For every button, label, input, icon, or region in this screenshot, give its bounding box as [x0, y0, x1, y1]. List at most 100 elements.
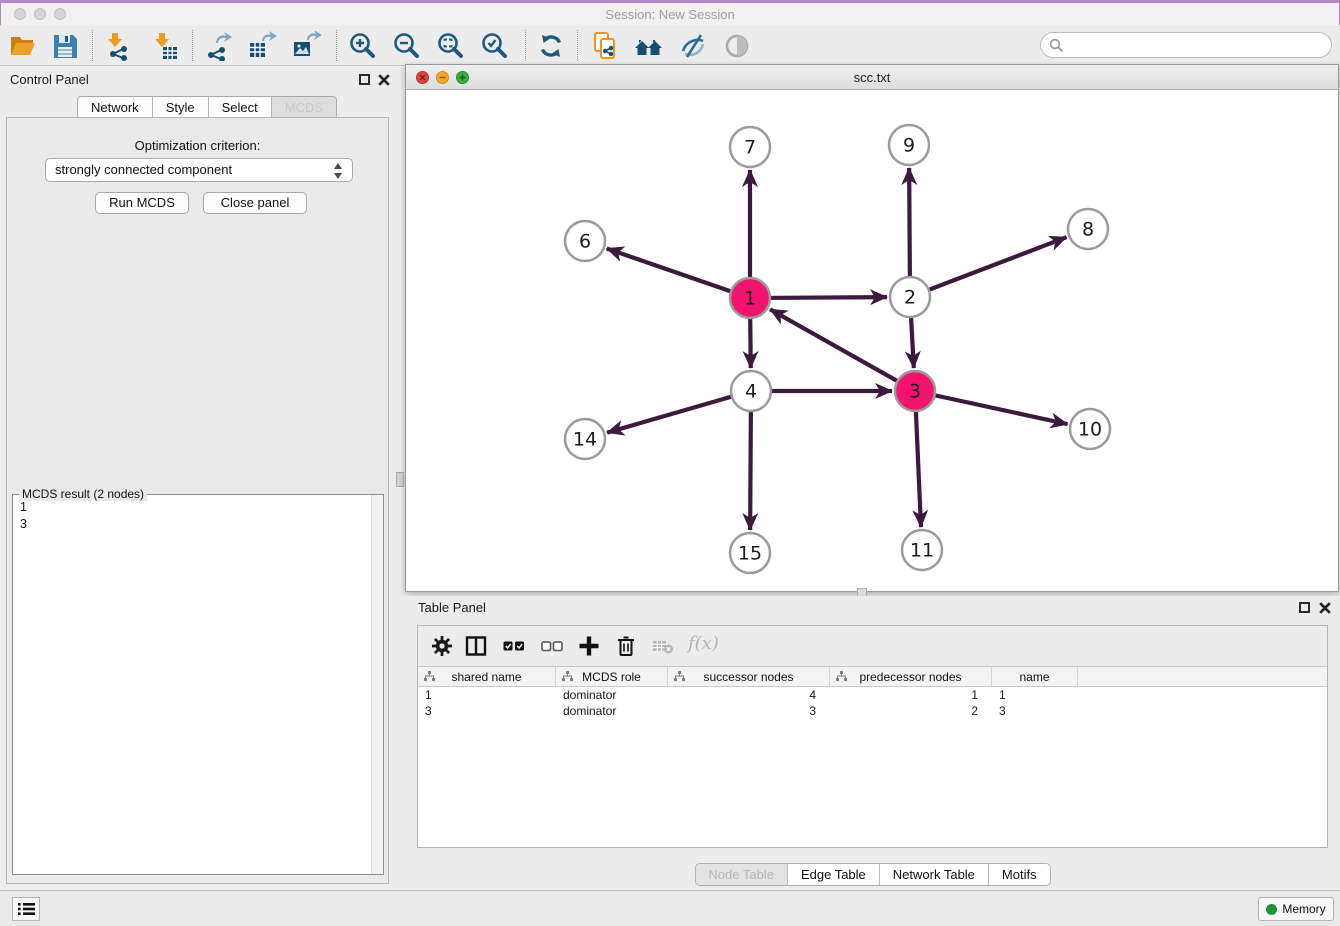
tab-select[interactable]: Select	[208, 97, 271, 118]
network-view-window: scc.txt 7 9 6 8 1 2 4 3 14 10 15 11	[405, 64, 1339, 592]
mcds-result-text[interactable]: 1 3	[20, 499, 367, 870]
panel-splitter-grip[interactable]	[396, 472, 404, 487]
network-canvas[interactable]: 7 9 6 8 1 2 4 3 14 10 15 11	[406, 90, 1338, 591]
graph-node-8[interactable]: 8	[1068, 209, 1108, 249]
cell-shared-name[interactable]: 1	[418, 687, 556, 703]
add-column-icon[interactable]	[577, 634, 601, 658]
graph-edge-2-8[interactable]	[910, 237, 1067, 297]
refresh-layout-icon[interactable]	[536, 31, 566, 61]
graph-node-6[interactable]: 6	[565, 221, 605, 261]
save-session-icon[interactable]	[50, 31, 80, 61]
result-scrollbar[interactable]	[371, 495, 383, 874]
tab-mcds[interactable]: MCDS	[271, 97, 336, 118]
column-tree-icon	[562, 671, 573, 682]
zoom-out-icon[interactable]	[391, 31, 421, 61]
tab-edge-table[interactable]: Edge Table	[787, 864, 879, 885]
float-panel-icon[interactable]	[359, 74, 370, 85]
show-columns-icon[interactable]	[464, 634, 488, 658]
tab-network[interactable]: Network	[78, 97, 152, 118]
table-settings-icon[interactable]	[430, 634, 454, 658]
search-icon	[1049, 38, 1064, 53]
toolbar-separator	[336, 30, 337, 61]
control-panel-title: Control Panel	[10, 72, 89, 87]
zoom-selected-icon[interactable]	[479, 31, 509, 61]
column-header-name[interactable]: name	[992, 667, 1078, 686]
svg-text:9: 9	[903, 135, 915, 157]
close-panel-icon[interactable]	[378, 74, 390, 86]
graph-node-3[interactable]: 3	[895, 371, 935, 411]
cell-mcds-role[interactable]: dominator	[556, 687, 668, 703]
status-bar: Memory	[0, 890, 1340, 926]
delete-table-icon[interactable]	[651, 634, 675, 658]
import-network-icon[interactable]	[103, 31, 133, 61]
birds-eye-view-icon[interactable]	[722, 31, 752, 61]
graph-node-4[interactable]: 4	[731, 371, 771, 411]
zoom-fit-icon[interactable]	[435, 31, 465, 61]
graph-node-15[interactable]: 15	[730, 533, 770, 573]
cell-name[interactable]: 3	[992, 703, 1078, 719]
delete-column-icon[interactable]	[614, 634, 638, 658]
open-session-icon[interactable]	[8, 31, 38, 61]
table-row-0[interactable]: 1dominator411	[418, 687, 1327, 703]
graph-edge-4-14[interactable]	[607, 391, 751, 433]
column-tree-icon	[836, 671, 847, 682]
function-builder-icon[interactable]: f(x)	[688, 633, 719, 654]
tab-motifs[interactable]: Motifs	[988, 864, 1050, 885]
run-mcds-button[interactable]: Run MCDS	[95, 192, 189, 214]
close-panel-button[interactable]: Close panel	[203, 192, 307, 214]
table-panel: Table Panel f(x) shared nameMCDS rolesuc…	[405, 596, 1340, 890]
network-window-titlebar[interactable]: scc.txt	[406, 65, 1338, 90]
export-network-icon[interactable]	[203, 31, 233, 61]
cell-shared-name[interactable]: 3	[418, 703, 556, 719]
graph-edge-3-10[interactable]	[915, 391, 1068, 424]
hide-graphics-details-icon[interactable]	[678, 31, 708, 61]
cell-successor-nodes[interactable]: 4	[668, 687, 830, 703]
cell-name[interactable]: 1	[992, 687, 1078, 703]
criterion-dropdown[interactable]: strongly connected component	[45, 158, 353, 182]
graph-node-11[interactable]: 11	[902, 530, 942, 570]
column-header-shared-name[interactable]: shared name	[418, 667, 556, 686]
close-panel-icon[interactable]	[1319, 602, 1331, 614]
mcds-panel: Optimization criterion: strongly connect…	[6, 117, 389, 884]
window-title: Session: New Session	[1, 7, 1339, 22]
deselect-all-icon[interactable]	[540, 634, 564, 658]
select-all-icon[interactable]	[502, 634, 526, 658]
cell-successor-nodes[interactable]: 3	[668, 703, 830, 719]
toolbar-separator	[577, 30, 578, 61]
table-row-1[interactable]: 3dominator323	[418, 703, 1327, 719]
column-header-mcds-role[interactable]: MCDS role	[556, 667, 668, 686]
network-graph[interactable]: 7 9 6 8 1 2 4 3 14 10 15 11	[406, 90, 1338, 591]
table-toolbar: f(x)	[418, 626, 1327, 667]
column-header-successor-nodes[interactable]: successor nodes	[668, 667, 830, 686]
control-panel-tabs: NetworkStyleSelectMCDS	[77, 96, 337, 119]
dropdown-stepper-icon	[334, 163, 343, 179]
cell-mcds-role[interactable]: dominator	[556, 703, 668, 719]
graph-node-2[interactable]: 2	[890, 277, 930, 317]
column-header-predecessor-nodes[interactable]: predecessor nodes	[830, 667, 992, 686]
graph-edge-1-6[interactable]	[607, 249, 750, 298]
cell-predecessor-nodes[interactable]: 2	[830, 703, 992, 719]
graph-node-10[interactable]: 10	[1070, 409, 1110, 449]
import-table-icon[interactable]	[150, 31, 180, 61]
node-table: f(x) shared nameMCDS rolesuccessor nodes…	[417, 625, 1328, 848]
svg-text:14: 14	[573, 429, 597, 451]
tab-style[interactable]: Style	[152, 97, 208, 118]
cell-predecessor-nodes[interactable]: 1	[830, 687, 992, 703]
search-box	[1040, 32, 1332, 58]
tab-node-table[interactable]: Node Table	[695, 864, 787, 885]
tab-network-table[interactable]: Network Table	[879, 864, 988, 885]
search-input[interactable]	[1069, 34, 1324, 56]
show-panels-list-icon[interactable]	[12, 897, 40, 921]
home-icon[interactable]	[634, 31, 664, 61]
graph-node-14[interactable]: 14	[565, 419, 605, 459]
clone-network-icon[interactable]	[590, 31, 620, 61]
graph-node-7[interactable]: 7	[730, 127, 770, 167]
export-table-icon[interactable]	[247, 31, 277, 61]
memory-button[interactable]: Memory	[1258, 897, 1334, 921]
graph-edge-3-1[interactable]	[770, 309, 915, 391]
graph-node-9[interactable]: 9	[889, 125, 929, 165]
zoom-in-icon[interactable]	[347, 31, 377, 61]
graph-node-1[interactable]: 1	[730, 278, 770, 318]
export-image-icon[interactable]	[291, 31, 321, 61]
float-panel-icon[interactable]	[1299, 602, 1310, 613]
